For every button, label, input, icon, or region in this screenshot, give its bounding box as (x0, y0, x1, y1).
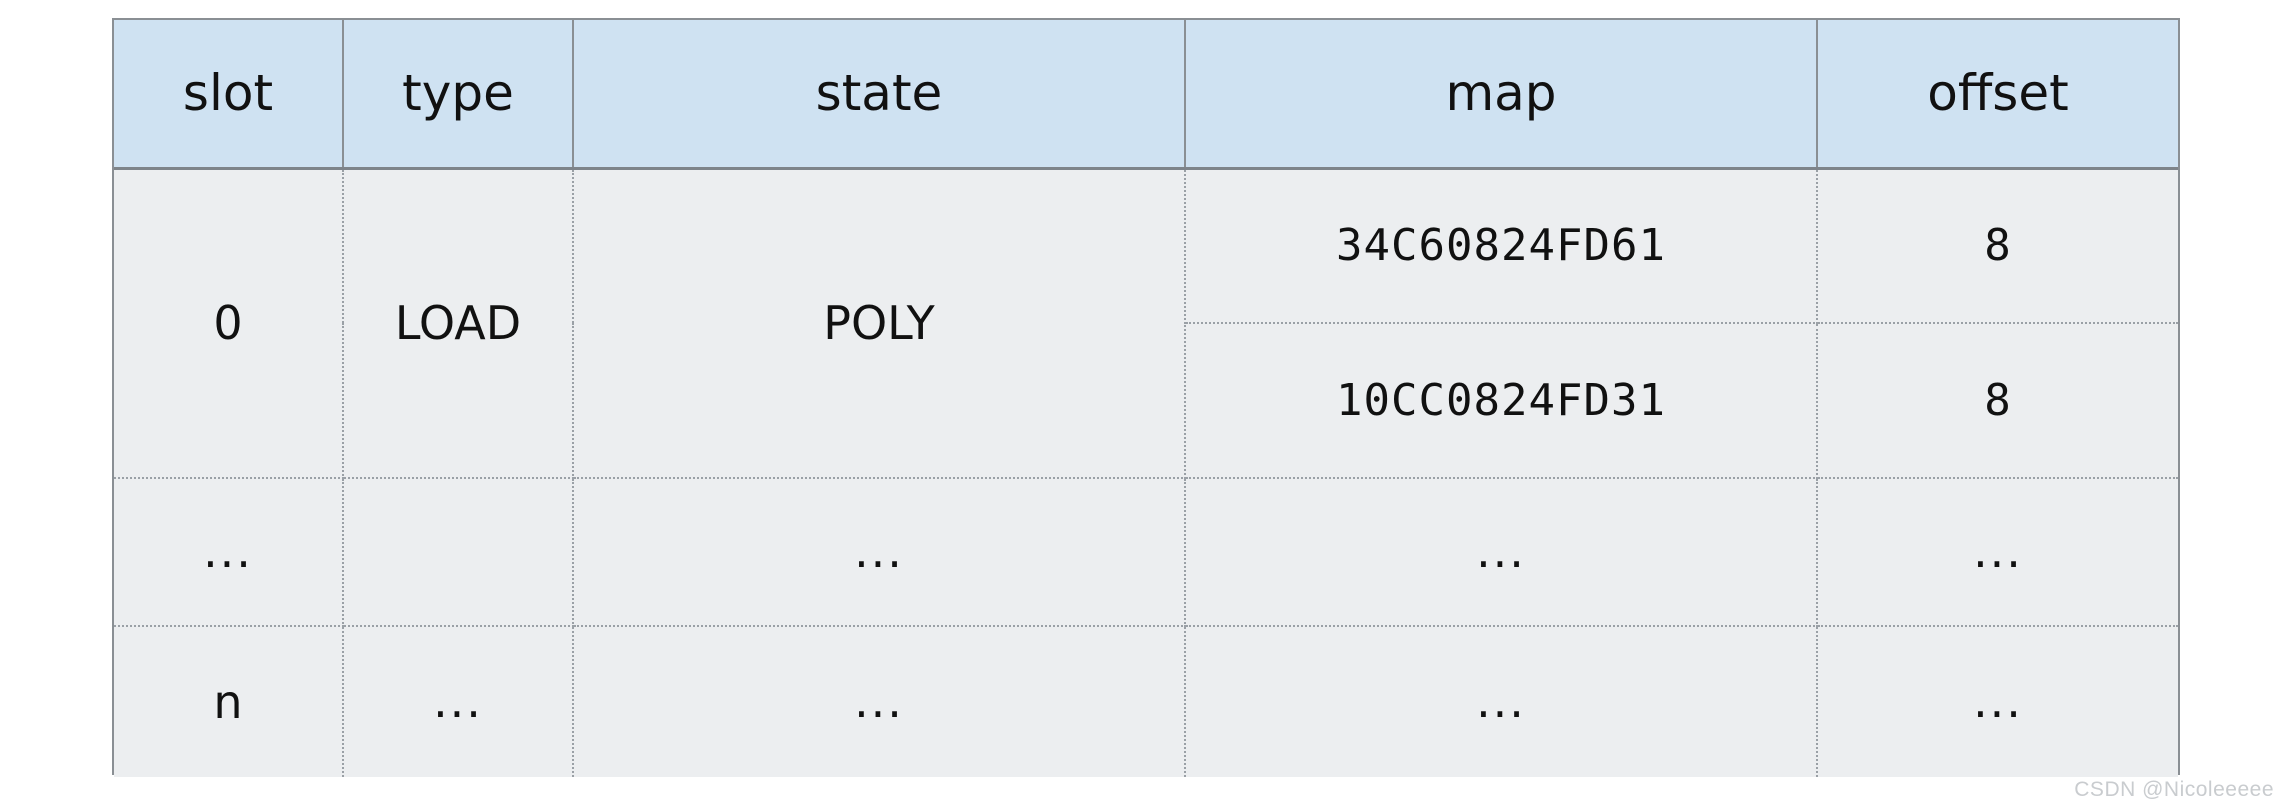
column-header-type: type (343, 20, 574, 170)
cell-offset: ... (1817, 626, 2178, 777)
cell-state: POLY (573, 168, 1186, 479)
table-header: slot type state map offset (114, 20, 2178, 170)
table-body: 0 LOAD POLY 34C60824FD61 8 10CC0824FD31 … (114, 168, 2178, 777)
cell-offset: 8 (1817, 168, 2178, 324)
slot-table-container: slot type state map offset 0 LOAD POLY 3… (112, 18, 2180, 777)
cell-slot: n (114, 626, 344, 777)
cell-type: ... (343, 626, 574, 777)
column-header-offset: offset (1817, 20, 2178, 170)
cell-state: ... (573, 478, 1186, 627)
cell-map: ... (1185, 626, 1818, 777)
table-row: 0 LOAD POLY 34C60824FD61 8 (114, 168, 2178, 479)
cell-state: ... (573, 626, 1186, 777)
column-header-map: map (1185, 20, 1818, 170)
table-row: ... ... ... ... (114, 478, 2178, 627)
cell-slot: ... (114, 478, 344, 627)
cell-map: ... (1185, 478, 1818, 627)
cell-type (343, 478, 574, 627)
cell-offset: ... (1817, 478, 2178, 627)
column-header-state: state (573, 20, 1186, 170)
cell-map: 10CC0824FD31 (1185, 323, 1818, 479)
cell-slot: 0 (114, 168, 344, 479)
column-header-slot: slot (114, 20, 344, 170)
watermark: CSDN @Nicoleeeee (2074, 778, 2274, 801)
header-row: slot type state map offset (114, 20, 2178, 170)
cell-offset: 8 (1817, 323, 2178, 479)
cell-map: 34C60824FD61 (1185, 168, 1818, 324)
slot-table: slot type state map offset 0 LOAD POLY 3… (114, 20, 2178, 777)
table-row: n ... ... ... ... (114, 626, 2178, 777)
cell-type: LOAD (343, 168, 574, 479)
